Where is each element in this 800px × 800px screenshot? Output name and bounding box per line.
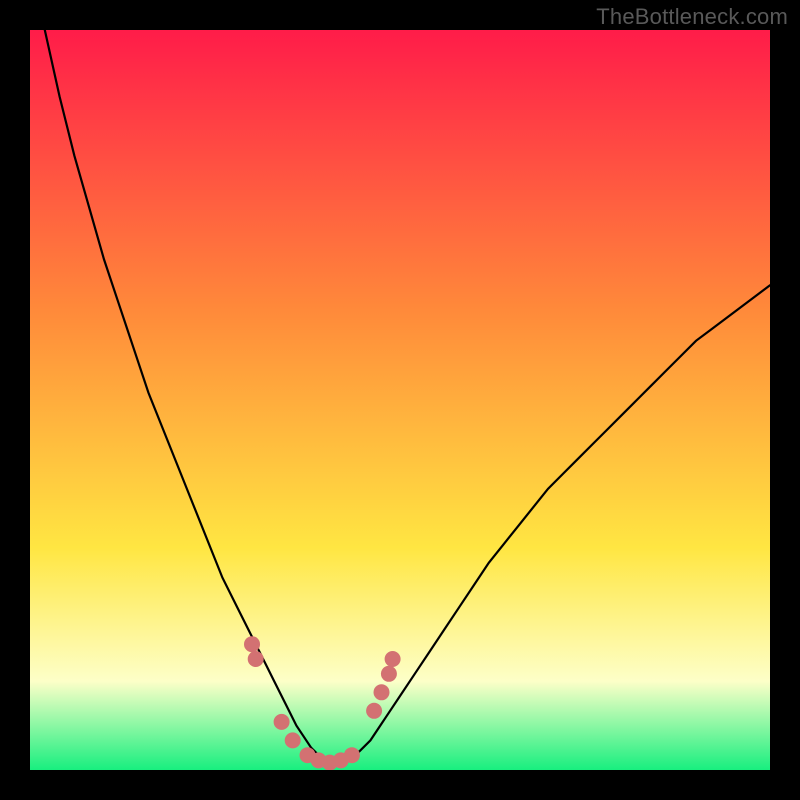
chart-container: TheBottleneck.com xyxy=(0,0,800,800)
data-marker xyxy=(248,651,264,667)
data-marker xyxy=(274,714,290,730)
data-marker xyxy=(385,651,401,667)
data-marker xyxy=(366,703,382,719)
data-marker xyxy=(285,732,301,748)
data-marker xyxy=(381,666,397,682)
watermark-text: TheBottleneck.com xyxy=(596,4,788,30)
bottleneck-plot xyxy=(30,30,770,770)
data-marker xyxy=(374,684,390,700)
data-marker xyxy=(244,636,260,652)
data-marker xyxy=(344,747,360,763)
